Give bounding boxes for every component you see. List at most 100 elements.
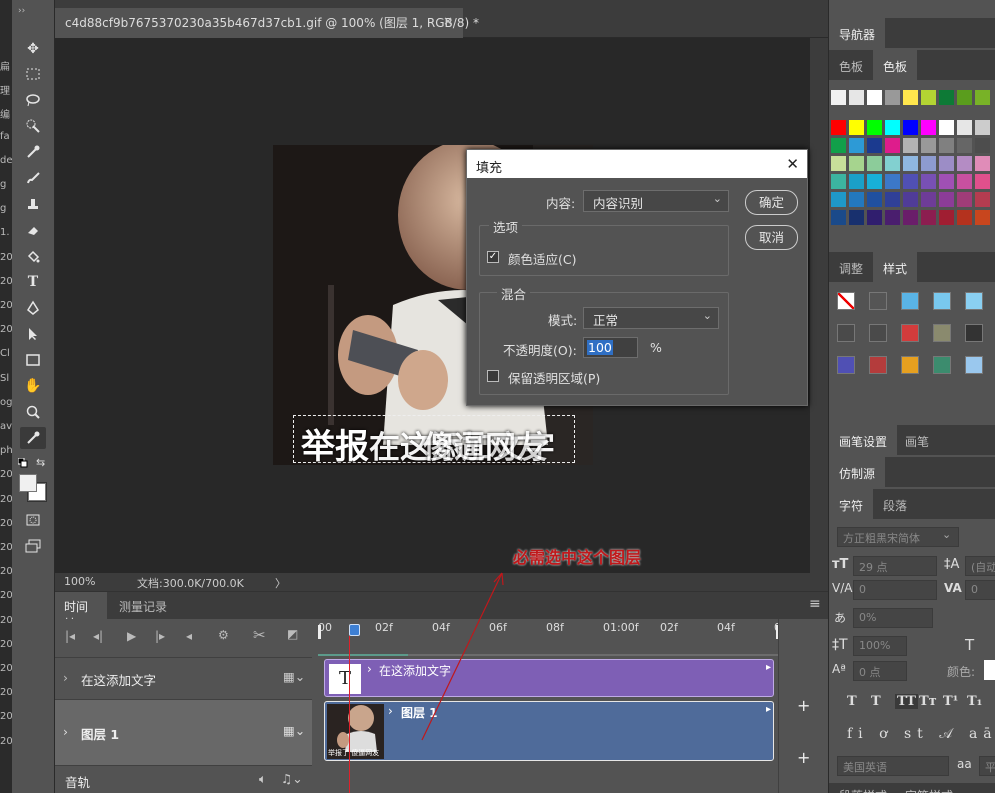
style-swatch[interactable] [901, 324, 919, 342]
stamp-tool-icon[interactable] [20, 193, 46, 215]
desktop-file-label[interactable]: g [0, 179, 12, 195]
color-swatch[interactable] [885, 138, 900, 153]
film-strip-icon[interactable]: ▦⌄ [283, 723, 305, 738]
color-swatch[interactable] [957, 138, 972, 153]
color-swatch[interactable] [975, 174, 990, 189]
image-layer-clip[interactable]: 举报了 傻逼网友 › 图层 1 ▸ [324, 701, 774, 761]
audio-track-row[interactable]: 音轨 🔈︎ ♫⌄ [55, 765, 312, 793]
color-swatch[interactable] [957, 192, 972, 207]
tab-character-styles[interactable]: 字符样式 [895, 783, 963, 793]
hand-tool-icon[interactable]: ✋ [20, 375, 46, 397]
desktop-file-label[interactable]: 20 [0, 469, 12, 485]
color-swatch[interactable] [957, 120, 972, 135]
color-swatch[interactable] [885, 156, 900, 171]
style-swatch[interactable] [869, 356, 887, 374]
desktop-file-label[interactable]: de [0, 155, 12, 171]
clip-end-icon[interactable]: ▸ [766, 662, 771, 673]
color-swatch[interactable] [885, 174, 900, 189]
color-swatch[interactable] [975, 156, 990, 171]
desktop-file-label[interactable]: 20 [0, 566, 12, 582]
style-swatch[interactable] [965, 292, 983, 310]
tab-navigator[interactable]: 导航器 [829, 18, 886, 48]
style-swatch[interactable] [869, 324, 887, 342]
desktop-file-label[interactable]: av [0, 421, 12, 437]
color-swatch[interactable] [831, 120, 846, 135]
work-area-start-handle[interactable] [318, 625, 321, 639]
color-swatch[interactable] [867, 156, 882, 171]
color-swatch[interactable] [849, 210, 864, 225]
color-swatch[interactable] [885, 90, 900, 105]
style-swatch[interactable] [933, 292, 951, 310]
styles-grid[interactable] [829, 284, 995, 394]
eyedropper-tool-icon[interactable] [20, 427, 46, 449]
style-swatch[interactable] [965, 324, 983, 342]
timeline-ruler[interactable]: 0002f04f06f08f01:00f02f04f06f [318, 619, 792, 657]
style-swatch[interactable] [837, 356, 855, 374]
style-swatch[interactable] [933, 324, 951, 342]
default-colors-icon[interactable] [17, 457, 28, 468]
color-swatch[interactable] [849, 156, 864, 171]
settings-gear-icon[interactable]: ⚙ [218, 628, 229, 642]
color-swatch[interactable] [939, 174, 954, 189]
expand-chevron-icon[interactable]: › [63, 724, 68, 739]
style-swatch[interactable] [965, 356, 983, 374]
music-note-icon[interactable]: ♫⌄ [281, 771, 303, 786]
color-swatch[interactable] [921, 192, 936, 207]
color-swatch[interactable] [831, 192, 846, 207]
desktop-file-label[interactable]: 1. [0, 227, 12, 243]
ok-button[interactable]: 确定 [745, 190, 798, 215]
desktop-file-label[interactable]: ph [0, 445, 12, 461]
color-swatch[interactable] [903, 192, 918, 207]
desktop-file-label[interactable]: fa [0, 131, 12, 147]
clip-end-icon[interactable]: ▸ [766, 704, 771, 715]
preserve-transparency-checkbox[interactable] [487, 370, 499, 382]
type-style-button[interactable]: Tт [919, 694, 937, 709]
move-tool-icon[interactable]: ✥ [20, 38, 46, 60]
color-swatch[interactable] [939, 156, 954, 171]
color-swatch[interactable] [975, 192, 990, 207]
desktop-file-label[interactable]: og [0, 397, 12, 413]
color-swatch[interactable] [939, 138, 954, 153]
layer-row-text[interactable]: › 在这添加文字 ▦⌄ [55, 657, 312, 699]
layer-row-image[interactable]: › 图层 1 ▦⌄ [55, 699, 312, 765]
pen-tool-icon[interactable] [20, 297, 46, 319]
opacity-input[interactable]: 100 [583, 337, 638, 358]
type-style-button[interactable]: T¹ [943, 694, 958, 709]
style-swatch[interactable] [901, 356, 919, 374]
color-swatch[interactable] [975, 210, 990, 225]
color-swatch[interactable] [831, 174, 846, 189]
transition-icon[interactable]: ◩ [287, 627, 298, 641]
desktop-file-label[interactable]: 20 [0, 494, 12, 510]
tab-brush[interactable]: 画笔 [895, 425, 939, 455]
desktop-file-label[interactable]: 20 [0, 663, 12, 679]
color-swatch[interactable] [957, 90, 972, 105]
color-swatch[interactable] [849, 138, 864, 153]
tab-styles[interactable]: 样式 [873, 252, 918, 282]
tab-paragraph-styles[interactable]: 段落样式 [829, 783, 897, 793]
color-swatch[interactable] [939, 192, 954, 207]
leading-input[interactable]: (自动 [965, 556, 995, 576]
color-swatch[interactable] [975, 90, 990, 105]
color-swatch[interactable] [921, 138, 936, 153]
marquee-tool-icon[interactable] [20, 63, 46, 85]
audio-icon[interactable]: ◂ [186, 629, 192, 643]
type-style-button[interactable]: T₁ [967, 694, 982, 709]
color-swatch[interactable] [939, 210, 954, 225]
quick-selection-tool-icon[interactable] [20, 115, 46, 137]
desktop-file-label[interactable]: 20 [0, 615, 12, 631]
color-swatch[interactable] [903, 156, 918, 171]
desktop-file-label[interactable]: 20 [0, 518, 12, 534]
play-icon[interactable]: ▶ [127, 629, 136, 643]
desktop-file-label[interactable]: Sl [0, 373, 12, 389]
color-swatch[interactable] [849, 120, 864, 135]
speaker-icon[interactable]: 🔈︎ [259, 771, 267, 787]
text-layer-clip[interactable]: T › 在这添加文字 ▸ [324, 659, 774, 697]
dialog-close-icon[interactable]: ✕ [786, 155, 799, 173]
color-swatch[interactable] [975, 138, 990, 153]
color-swatch[interactable] [903, 138, 918, 153]
font-size-input[interactable]: 29 点 [853, 556, 937, 576]
color-swatch[interactable] [867, 192, 882, 207]
eraser-tool-icon[interactable] [20, 219, 46, 241]
split-scissors-icon[interactable]: ✂ [253, 626, 266, 644]
font-family-select[interactable]: 方正粗黑宋简体 [837, 527, 959, 547]
